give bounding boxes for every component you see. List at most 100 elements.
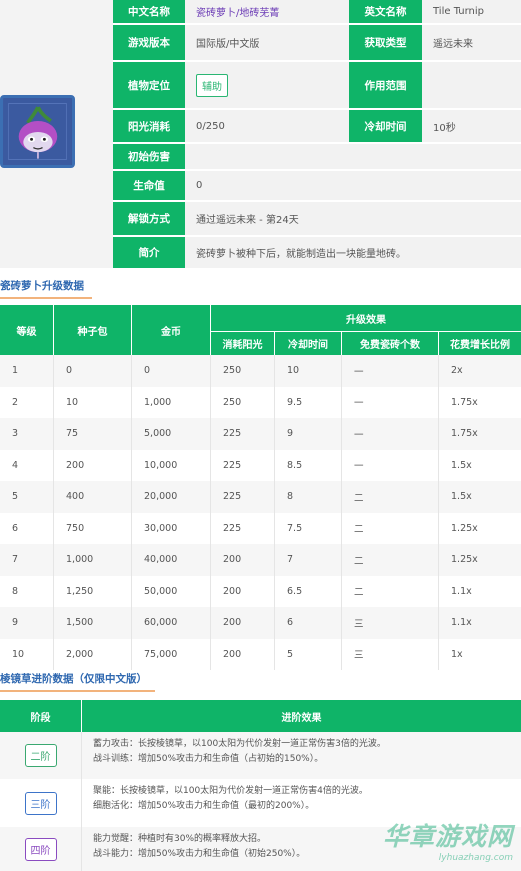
advance-section-title: 棱镜草进阶数据（仅限中文版） <box>0 673 147 685</box>
cell-coin: 40,000 <box>132 544 211 576</box>
cell-seed: 2,000 <box>54 638 132 670</box>
upgrade-row: 10 2,000 75,000 200 5 三 1x <box>0 638 521 670</box>
header-advance-effect: 进阶效果 <box>82 700 521 732</box>
cell-cost-ratio: 1.75x <box>451 396 478 408</box>
cell-seed: 1,500 <box>54 607 132 639</box>
upgrade-row: 7 1,000 40,000 200 7 二 1.25x <box>0 544 521 576</box>
advance-row: 二阶 蓄力攻击：长按棱镜草，以100太阳为代价发射一道正常伤害3倍的光波。 战斗… <box>0 732 521 779</box>
cell-cost-ratio: 1.5x <box>451 459 472 471</box>
cell-level: 3 <box>0 418 54 450</box>
value-hp: 0 <box>185 171 521 200</box>
cell-seed: 75 <box>54 418 132 450</box>
cell-level: 10 <box>0 638 54 670</box>
header-coin: 金币 <box>132 305 211 355</box>
header-level: 等级 <box>0 305 54 355</box>
cell-cost-ratio: 1.5x <box>451 491 472 503</box>
stage-badge: 二阶 <box>24 744 57 767</box>
cell-cd: 6 <box>275 607 342 639</box>
label-cn-name: 中文名称 <box>113 0 185 23</box>
cell-level: 8 <box>0 575 54 607</box>
cell-free-tiles: 二 <box>342 481 439 513</box>
upgrade-title-underline <box>0 297 92 299</box>
label-cooldown: 冷却时间 <box>349 110 422 142</box>
tile-turnip-plant-image <box>0 95 75 168</box>
cell-coin: 60,000 <box>132 607 211 639</box>
cell-coin: 1,000 <box>132 386 211 418</box>
cell-cd: 6.5 <box>275 575 342 607</box>
cell-cost-ratio: 1.1x <box>451 585 472 597</box>
cell-level: 2 <box>0 386 54 418</box>
cell-level: 4 <box>0 449 54 481</box>
value-cooldown: 10秒 <box>422 110 521 142</box>
label-en-name: 英文名称 <box>349 0 422 23</box>
cell-cd: 9.5 <box>275 386 342 418</box>
upgrade-row: 2 10 1,000 250 9.5 一 1.75x <box>0 386 521 418</box>
value-cn-name: 瓷砖萝卜/地砖芜菁 <box>185 0 349 23</box>
cell-cd: 10 <box>275 355 342 387</box>
cell-cost-ratio: 1.75x <box>451 428 478 440</box>
cell-free-tiles: 二 <box>342 544 439 576</box>
stage-badge: 三阶 <box>24 791 57 815</box>
cell-seed: 10 <box>54 386 132 418</box>
cell-free-tiles: 三 <box>342 607 439 639</box>
upgrade-table: 等级 种子包 金币 升级效果 消耗阳光 冷却时间 免费瓷砖个数 花费增长比例 1… <box>0 305 521 670</box>
header-effect: 升级效果 <box>211 305 521 332</box>
cell-cd: 8 <box>275 481 342 513</box>
value-intro: 瓷砖萝卜被种下后，就能制造出一块能量地砖。 <box>185 237 521 268</box>
cell-cd: 8.5 <box>275 449 342 481</box>
cell-cd: 7 <box>275 544 342 576</box>
upgrade-table-header: 等级 种子包 金币 升级效果 消耗阳光 冷却时间 免费瓷砖个数 花费增长比例 <box>0 305 521 355</box>
header-sun: 消耗阳光 <box>211 332 275 355</box>
upgrade-row: 5 400 20,000 225 8 二 1.5x <box>0 481 521 513</box>
cell-coin: 75,000 <box>132 638 211 670</box>
info-row-name: 中文名称 瓷砖萝卜/地砖芜菁 英文名称 Tile Turnip <box>113 0 521 25</box>
cell-cost-ratio: 1.25x <box>451 554 478 566</box>
cell-cost-ratio: 2x <box>451 365 463 377</box>
cell-sun: 200 <box>211 607 275 639</box>
value-unlock: 通过遥远未来 - 第24天 <box>185 202 521 235</box>
cell-coin: 5,000 <box>132 418 211 450</box>
info-row-version: 游戏版本 国际版/中文版 获取类型 遥远未来 <box>113 25 521 62</box>
upgrade-row: 1 0 0 250 10 一 2x <box>0 355 521 387</box>
advance-title-underline <box>0 690 155 692</box>
cell-sun: 225 <box>211 449 275 481</box>
upgrade-row: 3 75 5,000 225 9 一 1.75x <box>0 418 521 450</box>
cell-level: 5 <box>0 481 54 513</box>
cell-sun: 225 <box>211 512 275 544</box>
stage-cell: 四阶 <box>0 827 82 871</box>
header-stage: 阶段 <box>0 700 82 732</box>
cell-level: 7 <box>0 544 54 576</box>
info-row-hp: 生命值 0 <box>113 171 521 202</box>
label-intro: 简介 <box>113 237 185 268</box>
header-cd: 冷却时间 <box>275 332 342 355</box>
value-role-cell: 辅助 <box>185 62 349 108</box>
stage-cell: 二阶 <box>0 732 82 779</box>
effect-line: 聚能：长按棱镜草，以100太阳为代价发射一道正常伤害4倍的光波。 <box>93 786 368 796</box>
cell-sun: 225 <box>211 481 275 513</box>
header-cost-ratio: 花费增长比例 <box>439 332 521 355</box>
stage-cell: 三阶 <box>0 779 82 827</box>
cell-cost-ratio: 1x <box>451 648 463 660</box>
cell-seed: 750 <box>54 512 132 544</box>
cell-cd: 7.5 <box>275 512 342 544</box>
role-badge: 辅助 <box>196 73 228 97</box>
cell-sun: 250 <box>211 355 275 387</box>
info-row-intro: 简介 瓷砖萝卜被种下后，就能制造出一块能量地砖。 <box>113 237 521 268</box>
effect-line: 蓄力攻击：长按棱镜草，以100太阳为代价发射一道正常伤害3倍的光波。 <box>93 739 386 749</box>
upgrade-row: 9 1,500 60,000 200 6 三 1.1x <box>0 607 521 639</box>
plant-image-cell <box>0 0 113 268</box>
cell-sun: 200 <box>211 575 275 607</box>
header-free-tiles: 免费瓷砖个数 <box>342 332 439 355</box>
site-watermark: 华章游戏网 lyhuazhang.com <box>383 817 513 863</box>
cell-coin: 30,000 <box>132 512 211 544</box>
info-row-cost: 阳光消耗 0/250 冷却时间 10秒 <box>113 110 521 144</box>
cell-coin: 20,000 <box>132 481 211 513</box>
plant-info-table: 中文名称 瓷砖萝卜/地砖芜菁 英文名称 Tile Turnip 游戏版本 国际版… <box>0 0 521 268</box>
header-seed: 种子包 <box>54 305 132 355</box>
info-row-unlock: 解锁方式 通过遥远未来 - 第24天 <box>113 202 521 237</box>
label-damage: 初始伤害 <box>113 144 185 169</box>
label-range: 作用范围 <box>349 62 422 108</box>
watermark-brand: 华章游戏网 <box>382 822 513 851</box>
cell-coin: 50,000 <box>132 575 211 607</box>
cell-sun: 250 <box>211 386 275 418</box>
